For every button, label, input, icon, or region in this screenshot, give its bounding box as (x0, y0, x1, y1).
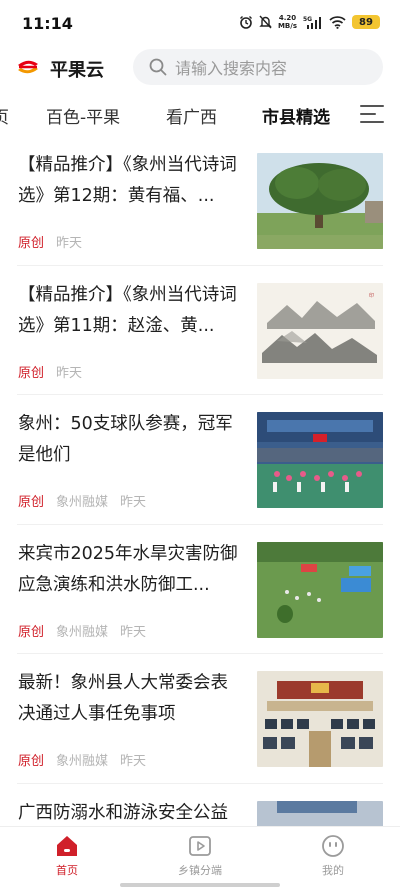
bottom-nav: 首页 乡镇分端 我的 (0, 826, 400, 889)
nav-township-label: 乡镇分端 (178, 864, 222, 877)
news-title[interactable]: 来宾市2025年水旱灾害防御应急演练和洪水防御工... (18, 539, 244, 601)
original-tag: 原创 (18, 365, 45, 381)
original-tag: 原创 (18, 624, 45, 640)
news-title[interactable]: 广西防溺水和游泳安全公益 (18, 798, 244, 829)
news-title[interactable]: 象州：50支球队参赛，冠军是他们 (18, 409, 244, 471)
news-title[interactable]: 【精品推介】《象州当代诗词选》第11期：赵淦、黄... (18, 280, 244, 342)
original-tag: 原创 (18, 495, 45, 510)
news-source: 象州融媒 (56, 754, 109, 769)
news-time: 昨天 (56, 365, 83, 381)
news-source: 象州融媒 (56, 495, 109, 510)
signal-icon: 5G (303, 16, 321, 29)
original-tag: 原创 (18, 236, 45, 251)
news-meta: 原创 昨天 (18, 232, 82, 251)
svg-text:印: 印 (369, 292, 374, 299)
news-time: 昨天 (56, 236, 83, 251)
news-thumbnail[interactable] (257, 412, 383, 508)
news-meta: 原创 昨天 (18, 362, 82, 381)
status-icons: 4.20 MB/s 5G 89 (239, 14, 380, 30)
news-time: 昨天 (120, 754, 147, 769)
tabs-menu-icon[interactable] (360, 105, 384, 125)
nav-profile[interactable]: 我的 (288, 833, 378, 878)
news-time: 昨天 (120, 495, 147, 510)
play-icon (189, 836, 211, 856)
news-item[interactable]: 象州：50支球队参赛，冠军是他们 原创 象州融媒 昨天 (17, 395, 383, 525)
news-thumbnail[interactable] (257, 671, 383, 767)
net-speed-value: 4.20 (278, 14, 297, 22)
news-meta: 原创 象州融媒 昨天 (18, 621, 146, 640)
news-title[interactable]: 最新！象州县人大常委会表决通过人事任免事项 (18, 668, 244, 730)
home-indicator[interactable] (120, 883, 280, 887)
app-header: 平果云 请输入搜索内容 (0, 48, 400, 88)
mute-bell-icon (259, 15, 272, 29)
battery-indicator: 89 (352, 15, 380, 29)
original-tag: 原创 (18, 754, 45, 769)
news-meta: 原创 象州融媒 昨天 (18, 491, 146, 510)
net-speed: 4.20 MB/s (278, 14, 297, 30)
status-bar: 11:14 4.20 MB/s 5G 89 (0, 0, 400, 48)
search-icon (149, 58, 167, 76)
home-icon (57, 836, 77, 856)
wifi-icon (329, 16, 346, 29)
search-input[interactable]: 请输入搜索内容 (133, 49, 383, 85)
nav-profile-label: 我的 (322, 864, 344, 877)
app-logo (18, 60, 38, 74)
nav-township[interactable]: 乡镇分端 (155, 833, 245, 878)
app-name: 平果云 (50, 60, 104, 81)
news-thumbnail[interactable] (257, 153, 383, 249)
nav-home[interactable]: 首页 (22, 833, 112, 878)
news-source: 象州融媒 (56, 624, 109, 640)
category-tabs: 页 百色-平果 看广西 市县精选 (0, 95, 400, 135)
news-time: 昨天 (120, 624, 147, 640)
nav-home-label: 首页 (56, 864, 78, 877)
news-item[interactable]: 来宾市2025年水旱灾害防御应急演练和洪水防御工... 原创 象州融媒 昨天 (17, 525, 383, 654)
news-meta: 原创 象州融媒 昨天 (18, 750, 146, 769)
news-title[interactable]: 【精品推介】《象州当代诗词选》第12期：黄有福、... (18, 150, 244, 212)
news-item[interactable]: 最新！象州县人大常委会表决通过人事任免事项 原创 象州融媒 昨天 (17, 654, 383, 784)
news-thumbnail[interactable]: 印 (257, 282, 383, 379)
status-time: 11:14 (22, 14, 73, 33)
tab-partial[interactable]: 页 (0, 103, 9, 128)
tab-kan-guangxi[interactable]: 看广西 (166, 103, 217, 128)
news-item[interactable]: 【精品推介】《象州当代诗词选》第11期：赵淦、黄... 原创 昨天 印 (17, 266, 383, 395)
search-placeholder: 请输入搜索内容 (175, 59, 288, 78)
tab-county-picks[interactable]: 市县精选 (262, 103, 330, 128)
net-speed-unit: MB/s (277, 22, 297, 30)
news-thumbnail[interactable] (257, 541, 383, 638)
alarm-icon (239, 16, 252, 29)
svg-text:5G: 5G (303, 16, 312, 23)
news-item[interactable]: 【精品推介】《象州当代诗词选》第12期：黄有福、... 原创 昨天 (17, 136, 383, 266)
tab-baise-pingguo[interactable]: 百色-平果 (46, 103, 120, 128)
news-list: 【精品推介】《象州当代诗词选》第12期：黄有福、... 原创 昨天 【精品推介】… (0, 136, 400, 889)
face-icon (322, 835, 344, 857)
